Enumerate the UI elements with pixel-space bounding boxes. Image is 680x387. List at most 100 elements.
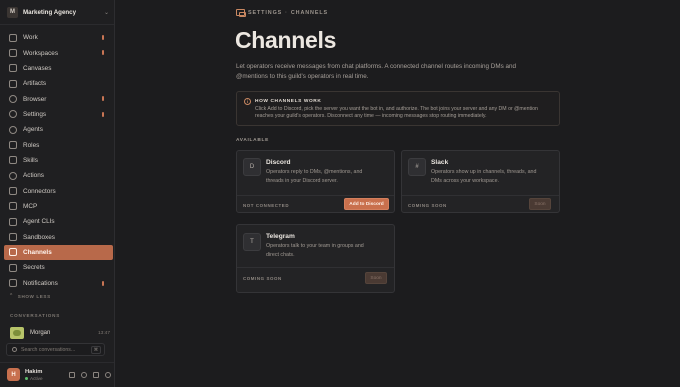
add-to-discord-button[interactable]: Add to Discord [344,198,389,210]
section-label: AVAILABLE [236,138,270,143]
org-switcher[interactable]: M Marketing Agency ⌄ [7,5,109,19]
artifact-icon [9,79,17,88]
sidebar-item-mcp[interactable]: MCP [4,199,113,214]
agent-icon [9,125,17,134]
sidebar-item-label: Actions [23,172,44,180]
sidebar-item-settings[interactable]: Settings [4,107,113,122]
notification-dot [102,111,104,117]
breadcrumb: SETTINGS · CHANNELS [236,9,328,17]
page-title: Channels [235,27,337,53]
settings-icon[interactable] [105,371,111,378]
user-status: Active [25,376,69,381]
notification-dot [102,50,104,56]
sidebar-item-label: Canvases [23,64,52,72]
layout-icon[interactable] [93,371,99,378]
sidebar-item-label: Workspaces [23,49,59,57]
sidebar-item-agent-clis[interactable]: Agent CLIs [4,214,113,229]
sidebar-item-channels[interactable]: Channels [4,244,113,261]
divider [402,195,559,196]
theme-icon[interactable] [69,371,75,378]
sidebar-item-connectors[interactable]: Connectors [4,183,113,198]
sidebar-item-canvases[interactable]: Canvases [4,61,113,76]
info-callout: i HOW CHANNELS WORK Click Add to Discord… [236,91,560,126]
sidebar-item-secrets[interactable]: Secrets [4,260,113,275]
shortcut-badge: ⌘ [90,346,101,354]
workspaces-icon [9,49,17,58]
telegram-icon: T [243,233,261,251]
roles-icon [9,141,17,150]
sidebar-item-work[interactable]: Work [4,30,113,45]
info-icon: i [244,98,251,105]
notification-dot [102,96,104,102]
conversation-time: 13:47 [97,330,110,336]
user-info: Hakim Active [25,369,69,381]
sidebar-item-label: Skills [23,156,38,164]
terminal-icon [9,217,17,226]
sidebar-item-actions[interactable]: Actions [4,168,113,183]
show-less-label: SHOW LESS [17,293,51,299]
divider [0,362,114,363]
briefcase-icon [9,33,17,42]
sidebar-nav: Work Workspaces Canvases Artifacts Brows… [4,30,113,291]
sidebar-item-label: Agent CLIs [23,218,55,226]
mcp-icon [9,202,17,211]
avatar [10,327,24,339]
sidebar-item-label: Connectors [23,187,56,195]
sidebar-item-notifications[interactable]: Notifications [4,276,113,291]
status-dot [25,376,28,380]
channels-icon [9,248,17,257]
chevron-down-icon: ⌄ [103,9,109,16]
search-icon [12,347,17,352]
notification-dot [102,35,104,40]
slack-icon: # [408,158,426,176]
sidebar-item-label: Settings [23,110,47,118]
sidebar-item-label: Browser [23,95,47,103]
sidebar-item-label: Sandboxes [23,233,55,241]
sidebar: M Marketing Agency ⌄ Work Workspaces Can… [0,0,115,387]
skills-icon [9,156,17,165]
sidebar-item-label: Secrets [23,264,45,272]
user-name: Hakim [25,368,43,375]
link-icon[interactable] [81,371,87,378]
sidebar-item-label: Artifacts [23,80,47,88]
sidebar-item-workspaces[interactable]: Workspaces [4,45,113,60]
callout-title: HOW CHANNELS WORK [255,99,322,104]
breadcrumb-parent[interactable]: SETTINGS [248,10,282,16]
sidebar-item-label: Roles [23,141,40,149]
conversations-heading: CONVERSATIONS [10,313,61,318]
breadcrumb-separator: · [285,9,288,16]
sidebar-item-label: Notifications [23,279,58,287]
conversation-name: Morgan [30,330,51,336]
channel-description: Operators show up in channels, threads, … [431,169,537,184]
soon-button: Soon [529,198,551,210]
conversation-item[interactable]: Morgan 13:47 [10,326,110,340]
sidebar-item-label: Channels [23,248,52,256]
channel-card-telegram: T Telegram Operators talk to your team i… [236,224,395,293]
sidebar-item-roles[interactable]: Roles [4,137,113,152]
sidebar-item-skills[interactable]: Skills [4,153,113,168]
user-profile[interactable]: H Hakim Active [7,366,111,383]
channel-status: COMING SOON [243,276,282,281]
divider [0,24,114,25]
soon-button: Soon [365,272,387,284]
divider [237,267,394,268]
channel-status: NOT CONNECTED [243,203,290,208]
connector-icon [9,187,17,196]
main-content: SETTINGS · CHANNELS Channels Let operato… [115,0,680,387]
bell-icon [9,279,17,288]
show-less-toggle[interactable]: ⌃ SHOW LESS [9,293,51,299]
channel-card-discord: D Discord Operators reply to DMs, @menti… [236,150,395,213]
channel-name: Slack [431,159,449,166]
sidebar-item-sandboxes[interactable]: Sandboxes [4,229,113,244]
org-avatar: M [7,6,18,18]
sidebar-item-artifacts[interactable]: Artifacts [4,76,113,91]
sidebar-item-label: MCP [23,202,38,210]
channel-card-slack: # Slack Operators show up in channels, t… [401,150,560,213]
channel-name: Telegram [266,233,295,240]
globe-icon [9,95,17,104]
channel-status: COMING SOON [408,203,447,208]
sidebar-item-agents[interactable]: Agents [4,122,113,137]
sidebar-item-label: Agents [23,126,43,134]
sidebar-item-browser[interactable]: Browser [4,91,113,106]
search-input[interactable] [21,346,91,353]
